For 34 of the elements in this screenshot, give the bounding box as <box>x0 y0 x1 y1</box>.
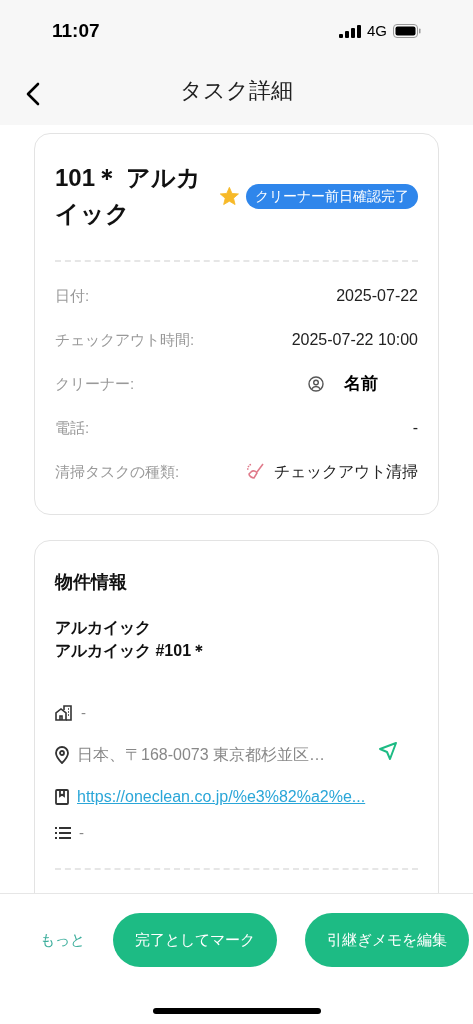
action-button[interactable]: 完了としてマーク <box>113 913 277 967</box>
battery-icon <box>393 24 421 38</box>
row-label: 日付: <box>55 285 90 306</box>
back-icon[interactable] <box>26 82 40 106</box>
row-value: 2025-07-22 <box>336 286 418 306</box>
row-value: チェックアウト清掃 <box>274 462 418 482</box>
property-link[interactable]: https://oneclean.co.jp/%e3%82%a2%e... <box>77 785 366 809</box>
page-title: タスク詳細 <box>180 77 293 105</box>
row-label: 清掃タスクの種類: <box>55 461 180 482</box>
action-button[interactable]: 引継ぎメモを編集 <box>305 913 469 967</box>
task-title: 101＊ アルカイック <box>55 163 202 229</box>
property-name: アルカイック <box>55 618 152 638</box>
row-value: - <box>412 418 418 438</box>
row-value: - <box>81 702 86 723</box>
cleaner-name: 名前 <box>344 373 378 396</box>
row-value: 2025-07-22 10:00 <box>291 330 418 350</box>
status-time: 11:07 <box>52 18 100 43</box>
bookmark-icon <box>55 789 69 805</box>
location-pin-icon <box>55 746 69 764</box>
more-link[interactable]: もっと <box>40 928 85 952</box>
signal-icon <box>339 24 361 38</box>
status-badge: クリーナー前日確認完了 <box>246 183 418 209</box>
building-icon <box>55 705 73 721</box>
user-icon <box>308 376 324 392</box>
section-title: 物件情報 <box>55 571 128 594</box>
property-name: アルカイック #101＊ <box>55 641 209 661</box>
row-label: クリーナー: <box>55 373 135 394</box>
row-label: 電話: <box>55 417 90 438</box>
network-label: 4G <box>367 20 387 41</box>
broom-icon <box>246 462 266 482</box>
row-value: - <box>79 822 84 843</box>
address-text: 日本、〒168-0073 東京都杉並区… <box>77 745 326 765</box>
row-label: チェックアウト時間: <box>55 329 195 350</box>
list-icon <box>55 827 71 839</box>
